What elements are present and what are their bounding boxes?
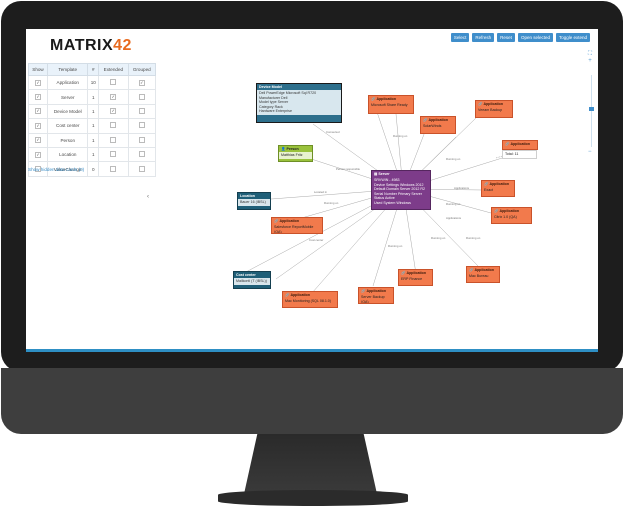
monitor-chin [1,368,623,434]
link-icon: 🔗 [274,219,279,223]
monitor-stand-neck [244,434,377,494]
svg-text:Running on: Running on [431,236,446,240]
svg-text:Cost center: Cost center [309,238,323,242]
link-icon: 🔗 [371,97,376,101]
application-card[interactable]: 🔗 Application ERP Finance [398,269,433,286]
link-icon: 🔗 [505,142,510,146]
location-card[interactable]: Location Bauer 16 (IBSL) [237,192,271,210]
svg-text:Person responsible: Person responsible [336,167,360,171]
svg-text:Running on: Running on [393,134,408,138]
application-name: Mac Bureau [469,274,489,278]
svg-text:Applications: Applications [446,216,462,220]
application-name: Mac Monitoring (SQL 08.1.0) [285,299,332,303]
app-screen: MATRIX42 Select Refresh Reset Open selec… [26,29,598,352]
svg-text:Running on: Running on [466,236,481,240]
application-card[interactable]: 🔗 Application Microsoft Share Ready [368,95,414,114]
svg-text:Running on: Running on [446,202,461,206]
application-card[interactable]: 🔗 Application Mac Monitoring (SQL 08.1.0) [282,291,338,308]
link-icon: 🔗 [423,118,428,122]
application-name: SolarWinds [423,124,442,128]
application-card[interactable]: 🔗 Application Salesforce ReportMobile (QA… [271,217,323,234]
total-count: Total: 11 [505,152,519,156]
application-name: Veeam Backup [478,108,503,112]
application-name: Salesforce ReportMobile (QA) [274,225,314,234]
application-name: Server Backup (QA) [361,295,385,304]
application-card[interactable]: 🔗 Application Veeam Backup [475,100,513,118]
server-icon: ▤ [374,172,378,176]
svg-text:Connected: Connected [326,130,340,134]
server-line: Used System Windows [374,200,411,205]
location-name: Bauer 16 (IBSL) [238,199,270,206]
link-icon: 🔗 [484,182,489,186]
link-icon: 🔗 [478,102,483,106]
cost-center-name: Mailkontl (T (IBSL)) [234,278,270,285]
person-card[interactable]: 👤 Person Matthias Fritz [278,145,313,162]
server-title: Server [378,172,390,176]
person-name: Matthias Fritz [279,152,312,159]
application-card[interactable]: 🔗 Application SolarWinds [420,116,456,134]
application-name: Exact [484,188,493,192]
application-card[interactable]: 🔗 Application Citrix 1.0 (QA) [491,207,532,224]
total-card[interactable]: Total: 11 [502,150,537,159]
svg-text:Running on: Running on [324,201,339,205]
application-card[interactable]: 🔗 Application Server Backup (QA) [358,287,394,304]
link-icon: 🔗 [401,271,406,275]
cost-center-card[interactable]: Cost center Mailkontl (T (IBSL)) [233,271,271,289]
device-model-line: Hardware Enterprise [259,109,292,114]
application-name: Microsoft Share Ready [371,103,408,107]
person-icon: 👤 [281,147,286,151]
monitor-stand-base [218,490,408,506]
application-card[interactable]: 🔗 Application Exact [481,180,515,197]
device-model-card[interactable]: Device Model Dell PowerEdge Microsoft Sq… [256,83,342,123]
monitor-frame: MATRIX42 Select Refresh Reset Open selec… [0,0,625,511]
svg-text:Running on: Running on [388,244,403,248]
application-name: ERP Finance [401,277,423,281]
link-icon: 🔗 [361,289,366,293]
link-icon: 🔗 [469,268,474,272]
link-icon: 🔗 [494,209,499,213]
screen-bottom-accent-bar [26,349,598,352]
application-card[interactable]: 🔗 Application [502,140,538,150]
svg-text:Located in: Located in [314,190,327,194]
person-title: Person [286,147,299,151]
link-icon: 🔗 [285,293,290,297]
application-name: Citrix 1.0 (QA) [494,215,517,219]
svg-text:Applications: Applications [454,186,470,190]
svg-text:Running on: Running on [446,157,461,161]
server-card[interactable]: ▤ Server SRVWIN - 4983 Device Settings Wi… [371,170,431,210]
application-card[interactable]: 🔗 Application Mac Bureau [466,266,500,283]
